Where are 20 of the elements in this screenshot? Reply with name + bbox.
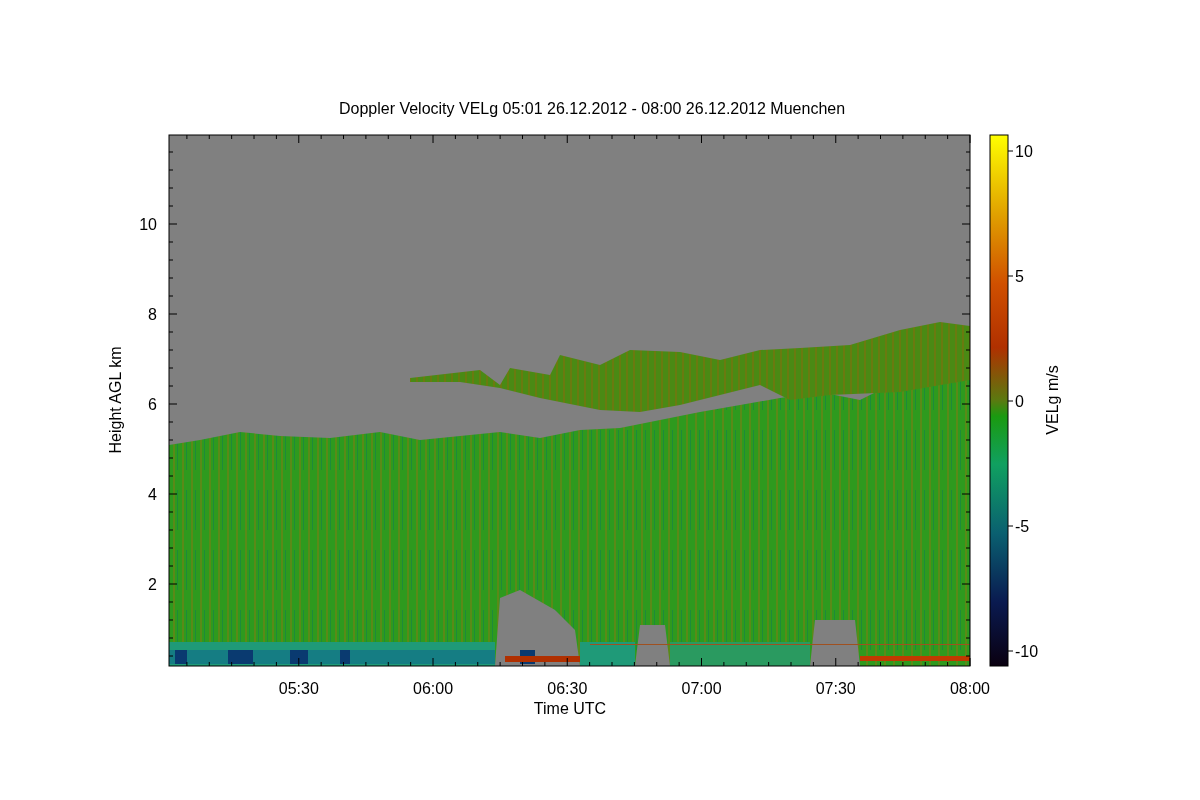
y-tick-label: 2 bbox=[148, 576, 157, 593]
x-tick-label: 08:00 bbox=[950, 680, 990, 697]
colorbar-tick-label: 10 bbox=[1015, 143, 1033, 160]
x-tick-label: 06:00 bbox=[413, 680, 454, 697]
colorbar-tick-label: 5 bbox=[1015, 268, 1024, 285]
y-tick-label: 6 bbox=[148, 396, 157, 413]
y-tick-label: 4 bbox=[148, 486, 157, 503]
y-tick-label: 10 bbox=[139, 216, 157, 233]
colorbar-tick-label: 0 bbox=[1015, 393, 1024, 410]
x-tick-label: 06:30 bbox=[547, 680, 588, 697]
chart-title: Doppler Velocity VELg 05:01 26.12.2012 - 08:00 26.12.2012 Muenchen bbox=[338, 100, 846, 117]
colorbar-tick-label: -10 bbox=[1015, 643, 1039, 660]
colorbar-label: VELg m/s bbox=[1044, 365, 1061, 435]
y-tick-label: 8 bbox=[148, 306, 157, 323]
colorbar-tick-label: -5 bbox=[1015, 518, 1030, 535]
x-axis-label: Time UTC bbox=[533, 700, 607, 717]
y-axis-label: Height AGL km bbox=[107, 346, 124, 454]
x-tick-label: 07:00 bbox=[681, 680, 722, 697]
x-tick-label: 07:30 bbox=[815, 680, 856, 697]
x-tick-label: 05:30 bbox=[278, 680, 319, 697]
